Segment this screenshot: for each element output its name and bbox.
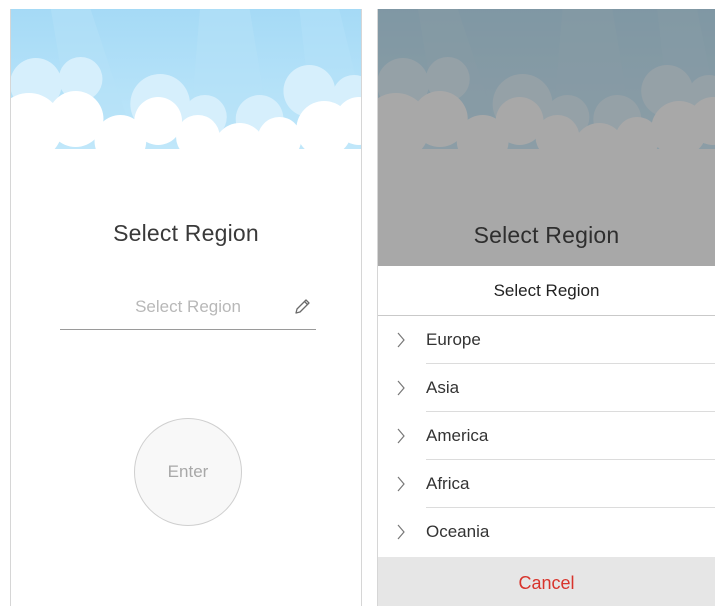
region-option-africa[interactable]: Africa [378, 460, 715, 508]
chevron-right-icon [397, 332, 405, 348]
sky-clouds-illustration [11, 9, 361, 179]
region-option-label: Africa [426, 474, 470, 493]
region-option-label: Europe [426, 330, 481, 349]
page-title: Select Region [473, 222, 620, 248]
chevron-right-icon [397, 524, 405, 540]
region-option-asia[interactable]: Asia [378, 364, 715, 412]
region-option-label: Asia [426, 378, 460, 397]
region-picker-screen: Select Region Select Region Europe Asia … [377, 9, 715, 606]
enter-button[interactable]: Enter [134, 418, 242, 526]
pencil-icon[interactable] [292, 297, 312, 317]
sheet-header: Select Region [378, 266, 715, 316]
region-action-sheet: Select Region Europe Asia America Africa… [378, 266, 715, 606]
region-option-oceania[interactable]: Oceania [378, 508, 715, 556]
region-field-placeholder: Select Region [135, 297, 241, 316]
region-screen: Select Region Select Region Enter [10, 9, 362, 606]
chevron-right-icon [397, 428, 405, 444]
cancel-button[interactable]: Cancel [378, 557, 715, 606]
chevron-right-icon [397, 380, 405, 396]
region-option-label: America [426, 426, 489, 445]
chevron-right-icon [397, 476, 405, 492]
region-option-europe[interactable]: Europe [378, 316, 715, 364]
region-select-field[interactable]: Select Region [60, 295, 316, 330]
page-title: Select Region [113, 220, 259, 246]
app-stage: Select Region Select Region Enter Select… [0, 0, 715, 606]
region-option-label: Oceania [426, 522, 490, 541]
region-option-america[interactable]: America [378, 412, 715, 460]
region-list: Europe Asia America Africa Oceania [378, 316, 715, 556]
